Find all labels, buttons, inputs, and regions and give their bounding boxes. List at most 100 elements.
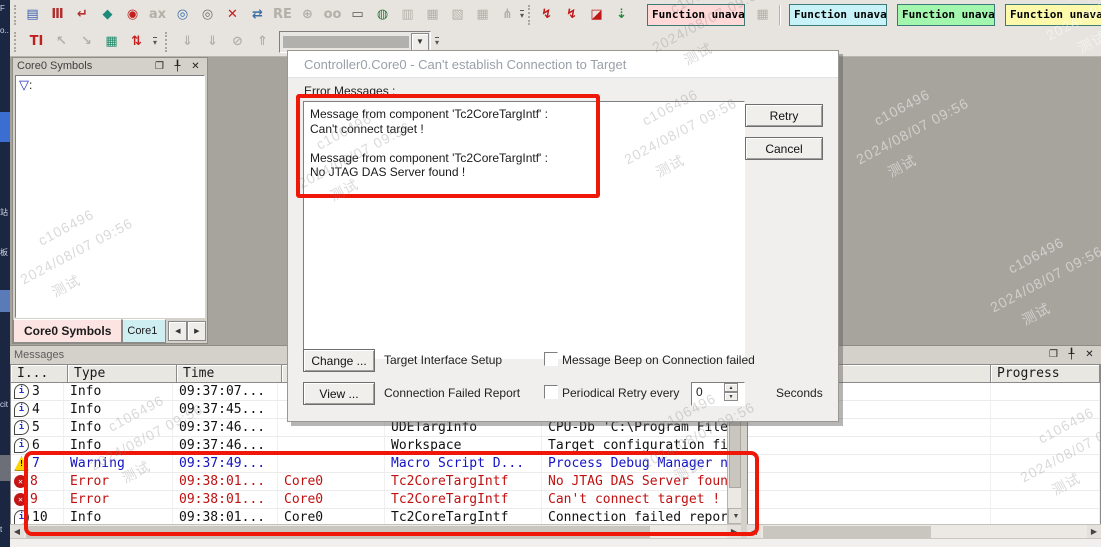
tab-scroll-left-icon[interactable]: ◀: [168, 321, 187, 341]
tree-icon[interactable]: ⋔: [495, 3, 520, 26]
doc-import-icon[interactable]: ⇓: [200, 30, 225, 53]
plugin-icon[interactable]: ◆: [95, 3, 120, 26]
retry-button[interactable]: Retry: [745, 104, 823, 127]
watch-icon[interactable]: ⊕: [295, 3, 320, 26]
toolbar-grip[interactable]: [14, 5, 16, 25]
ax-icon[interactable]: ax: [145, 3, 170, 26]
probe-b-icon[interactable]: ↘: [74, 30, 99, 53]
message-row[interactable]: i6Info09:37:46...WorkspaceTarget configu…: [11, 437, 742, 455]
progress-row[interactable]: [748, 491, 1100, 509]
info-icon: i: [14, 402, 29, 417]
tab-core1-symbols[interactable]: Core1: [122, 319, 166, 343]
memory-card-icon[interactable]: ▦: [99, 30, 124, 53]
progress-row[interactable]: [748, 455, 1100, 473]
header-Time[interactable]: Time: [177, 365, 282, 383]
retry-seconds-spinner[interactable]: ▲ ▼: [724, 383, 738, 401]
desktop-edge: F o.. 站 板 cit t: [0, 0, 10, 547]
scroll-right-icon[interactable]: ▶: [727, 525, 741, 538]
beep-checkbox[interactable]: [544, 352, 558, 366]
tab-core0-symbols[interactable]: Core0 Symbols: [13, 319, 122, 343]
progress-row[interactable]: [748, 437, 1100, 455]
spin-down-icon[interactable]: ▼: [724, 392, 738, 401]
function-button-4[interactable]: Function unavail: [1005, 4, 1101, 26]
toolbar-grip[interactable]: [528, 5, 530, 25]
stop-icon[interactable]: ⊘: [225, 30, 250, 53]
scroll-thumb[interactable]: [763, 526, 931, 538]
function-button-3[interactable]: Function unavail: [897, 4, 995, 26]
scroll-left-icon[interactable]: ◀: [747, 525, 761, 538]
change-button[interactable]: Change ...: [303, 349, 375, 372]
scroll-left-icon[interactable]: ◀: [10, 525, 24, 538]
header-progress[interactable]: Progress: [991, 365, 1100, 383]
header-I...[interactable]: I...: [11, 365, 68, 383]
flash-verify-icon[interactable]: ◪: [584, 3, 609, 26]
search-doc-icon[interactable]: ◎: [195, 3, 220, 26]
chevron-down-icon[interactable]: ▼: [411, 33, 429, 51]
grid-icon[interactable]: ▦: [420, 3, 445, 26]
toolbar-overflow-icon[interactable]: ▾: [431, 32, 443, 52]
filter-icon[interactable]: ▽: [19, 78, 29, 93]
scroll-thumb[interactable]: [26, 526, 650, 538]
binoculars-icon[interactable]: oo: [320, 3, 345, 26]
view-button[interactable]: View ...: [303, 382, 375, 405]
toolbar-overflow-icon[interactable]: ▾: [149, 32, 161, 52]
toolbar-overflow-icon[interactable]: ▾: [520, 5, 524, 25]
spin-up-icon[interactable]: ▲: [724, 383, 738, 392]
close-icon[interactable]: ✕: [1082, 348, 1097, 361]
function-button-1[interactable]: Function unavail: [647, 4, 745, 26]
reset-window-icon[interactable]: ↵: [70, 3, 95, 26]
um-chip-icon[interactable]: Ⅲ: [45, 3, 70, 26]
periodic-retry-checkbox[interactable]: [544, 385, 558, 399]
table-icon[interactable]: ▦: [470, 3, 495, 26]
pin-icon[interactable]: ╀: [1064, 348, 1079, 361]
function-button-2[interactable]: Function unavail: [789, 4, 887, 26]
message-target-cell: [278, 455, 385, 472]
message-row[interactable]: !7Warning09:37:49...Macro Script D...Pro…: [11, 455, 742, 473]
signal-import-icon[interactable]: ⇣: [609, 3, 634, 26]
symbols-tree[interactable]: ▽:: [15, 75, 205, 318]
search-window-icon[interactable]: ◎: [170, 3, 195, 26]
disconnect-target-icon[interactable]: ✕: [220, 3, 245, 26]
error-messages-listbox[interactable]: Message from component 'Tc2CoreTargIntf'…: [303, 101, 745, 359]
message-time-cell: 09:38:01...: [173, 473, 278, 490]
toolbar-grip[interactable]: [165, 32, 171, 52]
horizontal-scrollbar[interactable]: ◀ ▶: [10, 524, 741, 539]
pin-icon[interactable]: ╀: [170, 60, 185, 73]
message-row[interactable]: i10Info09:38:01...Core0Tc2CoreTargIntfCo…: [11, 509, 742, 525]
flash-program-icon[interactable]: ↯: [559, 3, 584, 26]
horizontal-scrollbar[interactable]: ◀ ▶: [747, 524, 1101, 539]
ti-doc-icon[interactable]: TI: [24, 30, 49, 53]
flash-erase-icon[interactable]: ↯: [534, 3, 559, 26]
globe-icon[interactable]: ◍: [370, 3, 395, 26]
toolbar-grip[interactable]: [14, 32, 20, 52]
doc-export-icon[interactable]: ⇓: [175, 30, 200, 53]
dialog-titlebar[interactable]: Controller0.Core0 - Can't establish Conn…: [288, 51, 838, 78]
tab-scroll-right-icon[interactable]: ▶: [187, 321, 206, 341]
desktop-icon: [0, 455, 10, 481]
message-row[interactable]: ✕9Error09:38:01...Core0Tc2CoreTargIntfCa…: [11, 491, 742, 509]
probe-a-icon[interactable]: ↖: [49, 30, 74, 53]
scroll-right-icon[interactable]: ▶: [1087, 525, 1101, 538]
message-time-cell: 09:38:01...: [173, 491, 278, 508]
cancel-button[interactable]: Cancel: [745, 137, 823, 160]
re-icon[interactable]: RE: [270, 3, 295, 26]
bars-icon[interactable]: ▥: [395, 3, 420, 26]
progress-row[interactable]: [748, 473, 1100, 491]
panes-icon[interactable]: ▧: [445, 3, 470, 26]
maximize-icon[interactable]: ❐: [152, 60, 167, 73]
close-icon[interactable]: ✕: [188, 60, 203, 73]
header-Type[interactable]: Type: [68, 365, 177, 383]
desktop-label: cit: [0, 400, 8, 409]
doc-refresh-icon[interactable]: ⇑: [250, 30, 275, 53]
record-icon[interactable]: ◉: [120, 3, 145, 26]
pattern-icon[interactable]: ▦: [750, 3, 775, 26]
progress-row[interactable]: [748, 509, 1100, 525]
laptop-icon[interactable]: ▭: [345, 3, 370, 26]
info-icon: i: [14, 510, 29, 525]
sync-window-icon[interactable]: ⇄: [245, 3, 270, 26]
byte-order-icon[interactable]: ⇅: [124, 30, 149, 53]
toolbar: ▤Ⅲ↵◆◉ax◎◎✕⇄RE⊕oo▭◍▥▦▧▦⋔ ▾ ↯↯◪⇣ Function …: [10, 0, 1101, 57]
message-row[interactable]: ✕8Error09:38:01...Core0Tc2CoreTargIntfNo…: [11, 473, 742, 491]
debug-device-icon[interactable]: ▤: [20, 3, 45, 26]
maximize-icon[interactable]: ❐: [1046, 348, 1061, 361]
